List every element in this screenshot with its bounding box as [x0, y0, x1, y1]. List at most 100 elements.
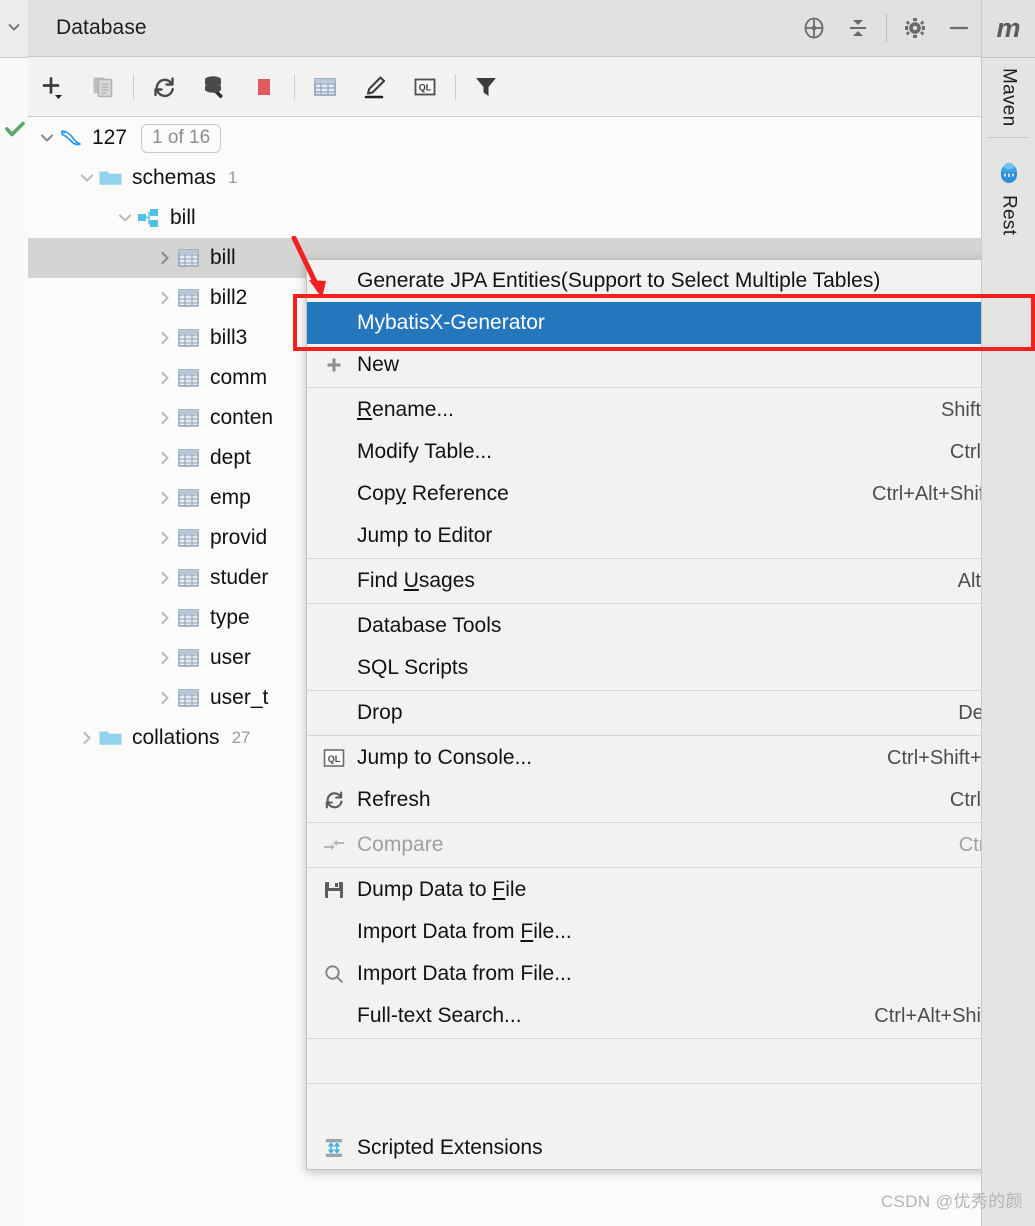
search-icon: [317, 962, 351, 986]
gear-icon[interactable]: [893, 0, 937, 57]
save-disk-icon: [317, 878, 351, 902]
tree-label: 127: [92, 126, 127, 150]
menu-rename[interactable]: Rename... Shift+F6: [307, 389, 1034, 431]
stop-button[interactable]: [239, 57, 289, 117]
tree-label: bill2: [210, 286, 247, 310]
menu-diagrams[interactable]: Scripted Extensions ›: [307, 1127, 1034, 1169]
tool-window-header: Database: [28, 0, 981, 57]
chevron-right-icon[interactable]: [154, 487, 176, 509]
table-icon: [176, 286, 202, 310]
tree-label: provid: [210, 526, 267, 550]
ql-console-button[interactable]: QL: [400, 57, 450, 117]
menu-item-label: Find Usages: [357, 569, 475, 593]
watermark-text: CSDN @优秀的颜: [881, 1187, 1023, 1212]
chevron-right-icon[interactable]: [154, 567, 176, 589]
menu-drop[interactable]: Drop Delete: [307, 692, 1034, 734]
tool-window-rest[interactable]: Rest: [982, 148, 1035, 235]
table-icon: [176, 526, 202, 550]
menu-refresh[interactable]: Refresh Ctrl+F5: [307, 779, 1034, 821]
menu-generate-jpa-entities[interactable]: Generate JPA Entities(Support to Select …: [307, 260, 1034, 302]
menu-copy-table-to[interactable]: Full-text Search... Ctrl+Alt+Shift+F: [307, 995, 1034, 1037]
menu-mybatisx-generator[interactable]: MybatisX-Generator: [307, 302, 1034, 344]
table-icon: [176, 486, 202, 510]
locate-icon[interactable]: [792, 0, 836, 57]
chevron-down-icon[interactable]: [76, 167, 98, 189]
menu-scripted-extensions[interactable]: ›: [307, 1085, 1034, 1127]
menu-full-text-search[interactable]: Import Data from File...: [307, 953, 1034, 995]
tree-label: bill: [210, 246, 236, 270]
table-icon: [176, 646, 202, 670]
chevron-down-icon[interactable]: [114, 207, 136, 229]
empty-icon-slot: [317, 482, 351, 506]
menu-item-label: Dump Data to File: [357, 878, 526, 902]
hide-minimize-icon[interactable]: [937, 0, 981, 57]
refresh-button[interactable]: [139, 57, 189, 117]
connection-ok-check-icon: [4, 118, 26, 140]
chevron-down-icon[interactable]: [36, 127, 58, 149]
tool-window-maven[interactable]: Maven: [982, 58, 1035, 127]
empty-icon-slot: [317, 569, 351, 593]
chevron-right-icon[interactable]: [154, 287, 176, 309]
empty-icon-slot: [317, 614, 351, 638]
menu-compare: Compare Ctrl+D: [307, 824, 1034, 866]
menu-item-label: Import Data from File...: [357, 920, 572, 944]
menu-modify-table[interactable]: Modify Table... Ctrl+F6: [307, 431, 1034, 473]
menu-item-label: Import Data from File...: [357, 962, 572, 986]
menu-new[interactable]: New ›: [307, 344, 1034, 386]
chevron-right-icon[interactable]: [154, 447, 176, 469]
menu-separator: [307, 1038, 1034, 1039]
menu-item-label: Copy Reference: [357, 482, 509, 506]
menu-sql-scripts[interactable]: SQL Scripts ›: [307, 647, 1034, 689]
filter-funnel-button[interactable]: [461, 57, 511, 117]
chevron-right-icon[interactable]: [154, 407, 176, 429]
menu-item-label: Generate JPA Entities(Support to Select …: [357, 269, 880, 293]
data-source-properties-button[interactable]: [189, 57, 239, 117]
chevron-right-icon[interactable]: [154, 687, 176, 709]
tree-label: schemas: [132, 166, 216, 190]
gutter-collapse-toggle[interactable]: [0, 0, 28, 58]
menu-separator: [307, 690, 1034, 691]
chevron-right-icon[interactable]: [154, 247, 176, 269]
mysql-dolphin-icon: [58, 126, 84, 150]
menu-item-label: Refresh: [357, 788, 431, 812]
right-tool-strip: m Maven Rest: [981, 0, 1035, 1226]
menu-item-label: Jump to Console...: [357, 746, 532, 770]
chevron-right-icon[interactable]: [154, 607, 176, 629]
menu-jump-to-editor[interactable]: Jump to Editor F4: [307, 515, 1034, 557]
open-table-editor-button[interactable]: [300, 57, 350, 117]
menu-jump-to-console[interactable]: QL Jump to Console... Ctrl+Shift+F10: [307, 737, 1034, 779]
menu-find-usages[interactable]: Find Usages Alt+F7: [307, 560, 1034, 602]
collapse-all-icon[interactable]: [836, 0, 880, 57]
header-divider: [886, 14, 887, 42]
toolbar-divider: [455, 74, 456, 100]
menu-color-settings[interactable]: [307, 1040, 1034, 1082]
empty-icon-slot: [317, 920, 351, 944]
chevron-right-icon[interactable]: [154, 367, 176, 389]
ql-console-icon: QL: [317, 746, 351, 770]
chevron-right-icon[interactable]: [154, 327, 176, 349]
chevron-right-icon[interactable]: [76, 727, 98, 749]
tree-row-data-source-127[interactable]: 127 1 of 16: [28, 118, 981, 158]
menu-separator: [307, 387, 1034, 388]
svg-text:QL: QL: [419, 82, 432, 92]
menu-copy-reference[interactable]: Copy Reference Ctrl+Alt+Shift+C: [307, 473, 1034, 515]
modify-pencil-button[interactable]: [350, 57, 400, 117]
empty-icon-slot: [317, 440, 351, 464]
duplicate-button[interactable]: [78, 57, 128, 117]
tree-count: 1: [228, 168, 237, 188]
tree-row-folder-schemas[interactable]: schemas 1: [28, 158, 981, 198]
menu-import-data-from-file[interactable]: Import Data from File...: [307, 911, 1034, 953]
svg-text:QL: QL: [328, 754, 341, 764]
tree-row-schema-bill[interactable]: bill: [28, 198, 981, 238]
tree-label: type: [210, 606, 250, 630]
page-title: Database: [56, 16, 147, 40]
table-icon: [176, 446, 202, 470]
empty-icon-slot: [317, 1049, 351, 1073]
menu-dump-data-to-file[interactable]: Dump Data to File ›: [307, 869, 1034, 911]
add-new-button[interactable]: [28, 57, 78, 117]
chevron-right-icon[interactable]: [154, 527, 176, 549]
menu-separator: [307, 867, 1034, 868]
menu-item-label: Full-text Search...: [357, 1004, 522, 1028]
menu-database-tools[interactable]: Database Tools ›: [307, 605, 1034, 647]
chevron-right-icon[interactable]: [154, 647, 176, 669]
